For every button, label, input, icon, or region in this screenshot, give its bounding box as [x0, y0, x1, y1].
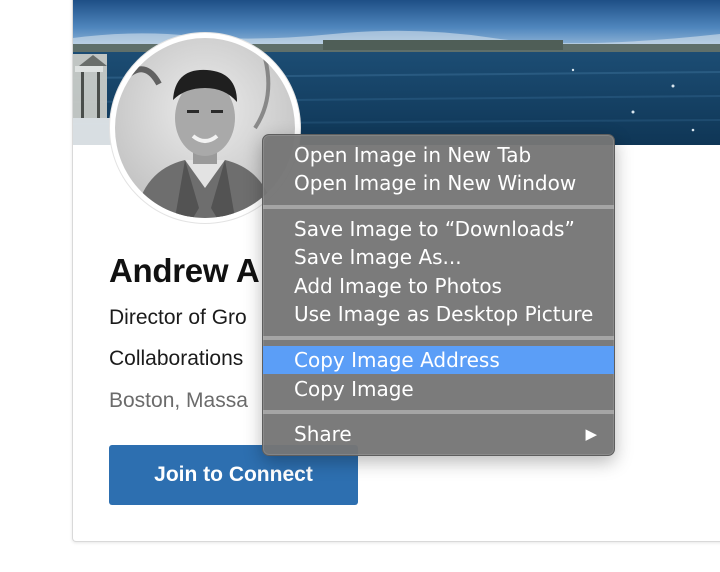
profile-headline: Director of Gro — [109, 306, 247, 329]
profile-name: Andrew A — [109, 252, 260, 289]
context-menu: Open Image in New Tab Open Image in New … — [262, 134, 615, 456]
menu-item-add-image-to-photos[interactable]: Add Image to Photos — [263, 272, 614, 300]
menu-separator — [263, 205, 614, 209]
menu-item-save-image-downloads[interactable]: Save Image to “Downloads” — [263, 215, 614, 243]
menu-item-share-label: Share — [294, 422, 352, 446]
profile-location: Boston, Massa — [109, 389, 248, 412]
submenu-arrow-icon: ▶ — [585, 425, 597, 443]
menu-separator — [263, 410, 614, 414]
menu-item-share[interactable]: Share ▶ — [263, 420, 614, 448]
menu-item-open-image-new-tab[interactable]: Open Image in New Tab — [263, 141, 614, 169]
menu-item-copy-image-address[interactable]: Copy Image Address — [263, 346, 614, 374]
menu-item-use-as-desktop-picture[interactable]: Use Image as Desktop Picture — [263, 300, 614, 328]
menu-item-open-image-new-window[interactable]: Open Image in New Window — [263, 169, 614, 197]
menu-item-copy-image[interactable]: Copy Image — [263, 375, 614, 403]
profile-headline-line2: Collaborations — [109, 347, 244, 370]
menu-separator — [263, 336, 614, 340]
menu-item-save-image-as[interactable]: Save Image As... — [263, 243, 614, 271]
